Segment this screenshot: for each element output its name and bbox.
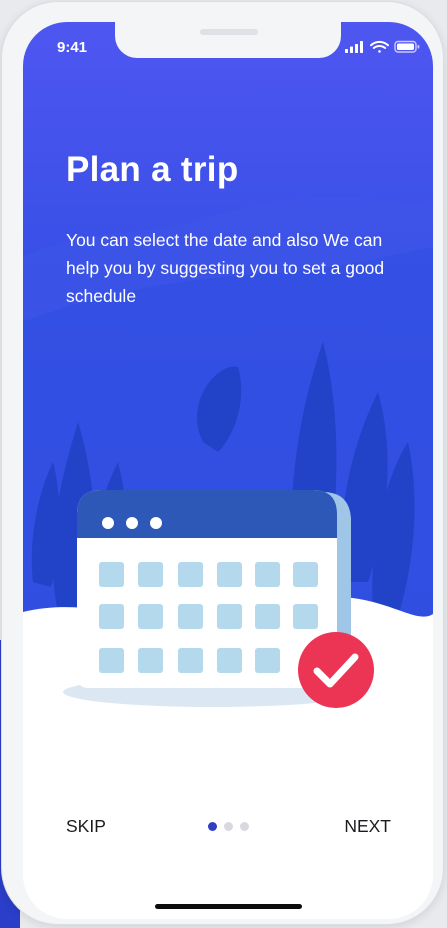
page-indicator	[208, 822, 249, 832]
onboarding-description: You can select the date and also We can …	[66, 230, 385, 306]
phone-frame: 9:41 Plan a trip You can select the date…	[2, 2, 443, 924]
signal-icon	[345, 41, 363, 53]
checkmark-badge-icon	[298, 632, 374, 708]
skip-button[interactable]: SKIP	[66, 816, 106, 837]
page-dot-1[interactable]	[208, 822, 217, 831]
calendar-illustration	[63, 490, 374, 708]
onboarding-title: Plan a trip	[66, 150, 239, 189]
status-icons	[345, 40, 420, 53]
status-time: 9:41	[57, 39, 88, 56]
onboarding-screen: 9:41 Plan a trip You can select the date…	[23, 22, 433, 919]
next-button[interactable]: NEXT	[344, 816, 391, 837]
home-indicator[interactable]	[155, 904, 302, 909]
speaker-grille	[200, 29, 258, 35]
onboarding-nav: SKIP NEXT	[23, 810, 433, 846]
notch	[115, 22, 341, 58]
battery-icon	[394, 40, 420, 53]
page-dot-2[interactable]	[224, 822, 233, 831]
wifi-icon	[370, 40, 389, 53]
page-dot-3[interactable]	[240, 822, 249, 831]
